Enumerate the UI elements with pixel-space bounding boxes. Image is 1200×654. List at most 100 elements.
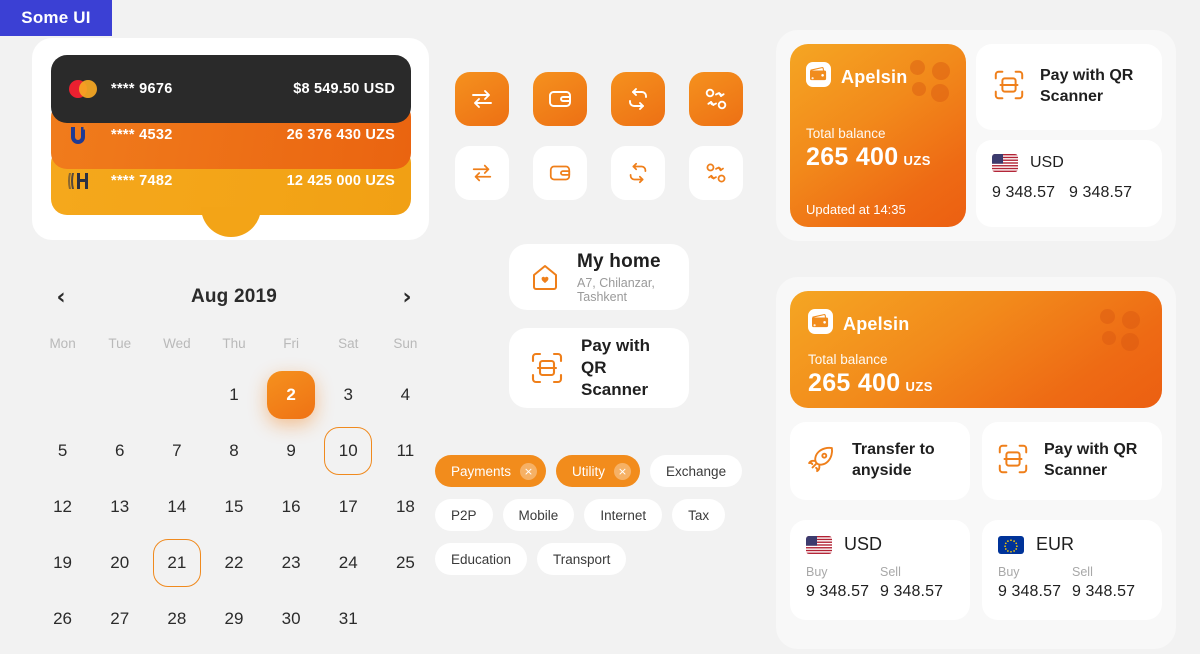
calendar-day[interactable]: 9	[263, 423, 320, 479]
bank-card-mastercard[interactable]: **** 9676 $8 549.50 USD	[51, 55, 411, 123]
calendar-day-label: 7	[172, 441, 182, 460]
calendar-day[interactable]: 14	[148, 479, 205, 535]
rate-buy-value: 9 348.57	[806, 583, 870, 600]
us-flag-icon	[806, 535, 832, 554]
page-badge: Some UI	[0, 0, 112, 36]
calendar-day[interactable]: 18	[377, 479, 434, 535]
chip-label: Education	[451, 551, 512, 567]
repeat-icon-button-plain[interactable]	[611, 146, 665, 200]
chip-payments[interactable]: Payments ×	[435, 455, 547, 487]
calendar-day[interactable]: 13	[91, 479, 148, 535]
calendar-day[interactable]: 12	[34, 479, 91, 535]
calendar-day-label: 4	[400, 385, 411, 404]
apelsin-wallet-icon	[806, 62, 831, 92]
chevron-right-icon[interactable]: ›	[394, 284, 420, 310]
calendar-day[interactable]: 16	[263, 479, 320, 535]
calendar-day[interactable]: 24	[320, 535, 377, 591]
calendar-day[interactable]: 21	[148, 535, 205, 591]
rocket-icon	[804, 442, 838, 481]
close-icon[interactable]: ×	[614, 462, 632, 480]
chip-p2p[interactable]: P2P	[435, 499, 493, 531]
swap-icon-button-solid[interactable]	[689, 72, 743, 126]
calendar-day[interactable]: 22	[205, 535, 262, 591]
calendar-day[interactable]: 2	[263, 367, 320, 423]
calendar-day[interactable]: 27	[91, 591, 148, 647]
calendar-day-label: 19	[53, 553, 73, 572]
calendar-day[interactable]: 15	[205, 479, 262, 535]
calendar-day[interactable]: 8	[205, 423, 262, 479]
calendar-day[interactable]: 29	[205, 591, 262, 647]
chip-transport[interactable]: Transport	[537, 543, 627, 575]
calendar-day[interactable]: 26	[34, 591, 91, 647]
wallet-icon-button-solid[interactable]	[533, 72, 587, 126]
calendar-day-label: 22	[224, 553, 244, 572]
repeat-icon-button-solid[interactable]	[611, 72, 665, 126]
icon-row-solid	[455, 72, 743, 126]
icon-row-plain	[455, 146, 743, 200]
apelsin-name: Apelsin	[841, 66, 908, 87]
calendar-day-label: 28	[167, 609, 187, 628]
calendar-day[interactable]: 6	[91, 423, 148, 479]
calendar-day-label: 26	[53, 609, 73, 628]
calendar-day[interactable]: 31	[320, 591, 377, 647]
currency-card-usd-top[interactable]: USD 9 348.57 9 348.57	[976, 140, 1162, 227]
chip-utility[interactable]: Utility ×	[556, 455, 641, 487]
calendar-day[interactable]: 1	[205, 367, 262, 423]
calendar-day[interactable]: 30	[263, 591, 320, 647]
calendar-day[interactable]: 7	[148, 423, 205, 479]
swap-icon-button-plain[interactable]	[689, 146, 743, 200]
action-line-1: Transfer to	[852, 441, 935, 459]
calendar-day[interactable]: 5	[34, 423, 91, 479]
chip-mobile[interactable]: Mobile	[502, 499, 575, 531]
rate-buy: 9 348.57	[992, 184, 1069, 202]
calendar-day[interactable]: 28	[148, 591, 205, 647]
chip-exchange[interactable]: Exchange	[650, 455, 743, 487]
calendar-day-label: 17	[338, 497, 358, 516]
qr-line-2: Scanner	[581, 380, 649, 400]
calendar-weekday: Sat	[338, 336, 359, 351]
currency-header: USD	[806, 534, 954, 555]
currency-card-usd[interactable]: USD Buy 9 348.57 Sell 9 348.57	[790, 520, 970, 620]
card-amount: 26 376 430 UZS	[286, 127, 395, 143]
currency-code: EUR	[1036, 534, 1075, 554]
calendar-day[interactable]: 10	[320, 423, 377, 479]
transfer-icon-button-plain[interactable]	[455, 146, 509, 200]
rate-buy-label: Buy	[806, 565, 828, 579]
chip-tax[interactable]: Tax	[672, 499, 726, 531]
calendar-day[interactable]: 11	[377, 423, 434, 479]
calendar-day[interactable]: 3	[320, 367, 377, 423]
balance-value: 265 400 UZS	[808, 369, 933, 397]
calendar-day[interactable]: 17	[320, 479, 377, 535]
apelsin-balance-card-small[interactable]: Apelsin Total balance 265 400 UZS Updated…	[790, 44, 966, 227]
wallet-icon-button-plain[interactable]	[533, 146, 587, 200]
chip-label: P2P	[451, 507, 477, 523]
calendar-day-label: 6	[114, 441, 125, 460]
calendar-day[interactable]: 23	[263, 535, 320, 591]
pay-qr-card-bottom[interactable]: Pay with QR Scanner	[982, 422, 1162, 500]
chip-education[interactable]: Education	[435, 543, 528, 575]
apelsin-balance-card-wide[interactable]: Apelsin Total balance 265 400 UZS	[790, 291, 1162, 408]
calendar-day[interactable]: 20	[91, 535, 148, 591]
calendar-day-label: 1	[229, 385, 239, 404]
us-flag-icon	[992, 154, 1018, 172]
calendar-day-label: 13	[110, 497, 130, 516]
close-icon[interactable]: ×	[520, 462, 538, 480]
rate-sell: Sell 9 348.57	[880, 565, 954, 601]
calendar-day[interactable]: 19	[34, 535, 91, 591]
transfer-anyside-card[interactable]: Transfer to anyside	[790, 422, 970, 500]
apelsin-dots-decoration	[1100, 309, 1146, 355]
currency-card-eur[interactable]: EUR Buy 9 348.57 Sell 9 348.57	[982, 520, 1162, 620]
currency-rates: Buy 9 348.57 Sell 9 348.57	[806, 565, 954, 601]
wallet-cards-panel: **** 7482 12 425 000 UZS **** 4532 26 37…	[32, 38, 429, 240]
pay-qr-card-top[interactable]: Pay with QR Scanner	[976, 44, 1162, 130]
pay-qr-card-middle[interactable]: Pay with QR Scanner	[509, 328, 689, 408]
calendar-day[interactable]: 25	[377, 535, 434, 591]
calendar-day[interactable]: 4	[377, 367, 434, 423]
calendar-day-label: 10	[324, 427, 373, 475]
chip-internet[interactable]: Internet	[584, 499, 663, 531]
transfer-icon-button-solid[interactable]	[455, 72, 509, 126]
chevron-left-icon[interactable]: ‹	[48, 284, 74, 310]
card-stack-notch	[201, 207, 261, 237]
my-home-card[interactable]: My home A7, Chilanzar, Tashkent	[509, 244, 689, 310]
filter-chips: Payments × Utility × Exchange P2P Mobile Inter…	[435, 455, 743, 587]
